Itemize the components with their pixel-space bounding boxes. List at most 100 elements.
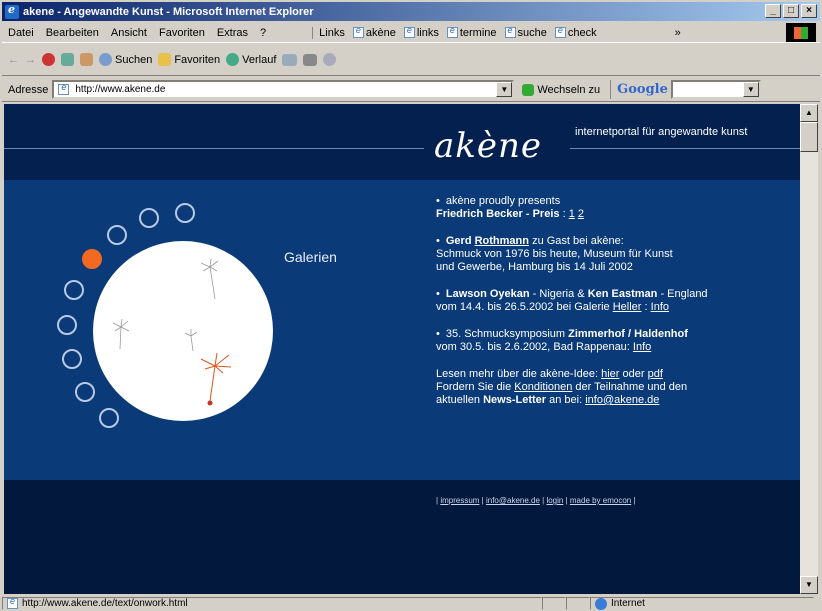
address-input[interactable]: http://www.akene.de ▼ (52, 80, 515, 99)
address-bar: Adresse http://www.akene.de ▼ Wechseln z… (2, 78, 820, 102)
news-item: • akène proudly presents Friedrich Becker… (436, 195, 584, 220)
site-tagline: internetportal für angewandte kunst (575, 126, 748, 138)
search-button[interactable]: Suchen (99, 53, 152, 66)
link-termine[interactable]: termine (446, 25, 497, 39)
news-item: • 35. Schmucksymposium Zimmerhof / Halden… (436, 328, 688, 353)
ie-icon (5, 3, 19, 19)
links-bar: Links akène links termine suche check » (312, 25, 681, 39)
print-icon (303, 53, 318, 66)
menu-extras[interactable]: Extras (211, 27, 254, 39)
status-zone-cell: Internet (590, 597, 814, 610)
pdf-link[interactable]: pdf (648, 368, 663, 380)
address-value: http://www.akene.de (75, 84, 166, 95)
go-arrow-icon (522, 83, 535, 96)
impressum-link[interactable]: impressum (440, 496, 479, 505)
gallery-label[interactable]: Galerien (284, 249, 337, 265)
link-check[interactable]: check (554, 25, 597, 39)
gallery-nav-dot[interactable] (57, 315, 77, 335)
print-button[interactable] (303, 53, 318, 66)
link-links[interactable]: links (403, 25, 439, 39)
gallery-nav-dot[interactable] (62, 349, 82, 369)
menu-favoriten[interactable]: Favoriten (153, 27, 211, 39)
scroll-up-button[interactable]: ▲ (800, 104, 818, 122)
page-icon (504, 25, 516, 38)
email-link[interactable]: info@akene.de (585, 394, 659, 406)
internet-zone-icon (595, 597, 607, 610)
konditionen-link[interactable]: Konditionen (514, 381, 572, 393)
messenger-button[interactable] (323, 53, 337, 66)
page-icon (554, 25, 566, 38)
messenger-icon (323, 53, 337, 66)
becker-link-2[interactable]: 2 (578, 208, 584, 220)
header-divider-right (570, 148, 800, 149)
more-info: Lesen mehr über die akène-Idee: hier ode… (436, 368, 688, 406)
news-item: • Gerd Rothmann zu Gast bei akène: Schmuc… (436, 235, 673, 273)
go-button[interactable]: Wechseln zu (522, 83, 600, 96)
scroll-thumb[interactable] (800, 122, 818, 152)
page-icon (352, 25, 364, 38)
site-footer: | impressum | info@akene.de | login | ma… (4, 480, 800, 594)
rothmann-link[interactable]: Rothmann (475, 235, 529, 247)
heller-link[interactable]: Heller (613, 301, 642, 313)
becker-link-1[interactable]: 1 (569, 208, 575, 220)
browser-window: akene - Angewandte Kunst - Microsoft Int… (0, 0, 822, 611)
info-link-symposium[interactable]: Info (633, 341, 651, 353)
login-link[interactable]: login (546, 496, 563, 505)
standard-toolbar: ← → Suchen Favoriten Verlauf (2, 44, 820, 76)
link-suche[interactable]: suche (504, 25, 547, 39)
vertical-scrollbar[interactable]: ▲ ▼ (800, 104, 818, 594)
news-list: • akène proudly presents Friedrich Becker… (436, 195, 786, 421)
links-label: Links (319, 26, 345, 39)
menu-bar: Datei Bearbeiten Ansicht Favoriten Extra… (2, 23, 820, 43)
address-label: Adresse (8, 83, 49, 96)
links-overflow-chevron[interactable]: » (675, 27, 681, 39)
search-icon (99, 53, 112, 66)
akene-logo[interactable]: akène (434, 126, 542, 166)
history-button[interactable]: Verlauf (226, 53, 276, 66)
google-search-input[interactable]: ▼ (670, 80, 761, 99)
gallery-nav-dot[interactable] (75, 382, 95, 402)
header-divider-left (4, 148, 424, 149)
footer-links: | impressum | info@akene.de | login | ma… (436, 496, 636, 505)
link-akene[interactable]: akène (352, 25, 396, 39)
maximize-button[interactable]: □ (783, 4, 799, 18)
menu-help[interactable]: ? (254, 27, 272, 39)
gallery-preview-image[interactable] (93, 241, 273, 421)
back-button[interactable]: ← (8, 54, 19, 66)
made-by-link[interactable]: made by emocon (570, 496, 631, 505)
title-bar: akene - Angewandte Kunst - Microsoft Int… (2, 2, 820, 21)
address-dropdown-icon[interactable]: ▼ (496, 82, 513, 97)
mail-icon (282, 53, 298, 66)
forward-button[interactable]: → (25, 54, 36, 66)
dandelion-seeds-illustration (112, 258, 232, 406)
page-viewport: akène internetportal für angewandte kuns… (4, 104, 800, 594)
gallery-nav-dot[interactable] (175, 203, 195, 223)
status-secure-cell (566, 597, 590, 610)
gallery-nav-dot[interactable] (139, 208, 159, 228)
hier-link[interactable]: hier (601, 368, 619, 380)
history-icon (226, 53, 240, 66)
favorites-button[interactable]: Favoriten (158, 53, 220, 66)
refresh-button[interactable] (61, 53, 74, 66)
gallery-nav-dot[interactable] (64, 280, 84, 300)
stop-icon (42, 53, 55, 66)
google-logo[interactable]: Google (617, 82, 668, 97)
scroll-down-button[interactable]: ▼ (800, 576, 818, 594)
window-title: akene - Angewandte Kunst - Microsoft Int… (23, 5, 314, 18)
site-header: akène internetportal für angewandte kuns… (4, 104, 800, 180)
close-button[interactable]: × (801, 4, 817, 18)
mail-button[interactable] (282, 53, 298, 66)
stop-button[interactable] (42, 53, 55, 66)
minimize-button[interactable]: _ (765, 4, 781, 18)
page-icon (403, 25, 415, 38)
info-link-heller[interactable]: Info (651, 301, 669, 313)
page-icon (58, 82, 70, 95)
menu-datei[interactable]: Datei (2, 27, 40, 39)
home-button[interactable] (80, 53, 93, 66)
footer-email-link[interactable]: info@akene.de (486, 496, 540, 505)
page-icon (7, 596, 18, 609)
favorites-icon (158, 53, 172, 66)
google-dropdown-icon[interactable]: ▼ (742, 82, 759, 97)
menu-bearbeiten[interactable]: Bearbeiten (40, 27, 105, 39)
menu-ansicht[interactable]: Ansicht (105, 27, 153, 39)
